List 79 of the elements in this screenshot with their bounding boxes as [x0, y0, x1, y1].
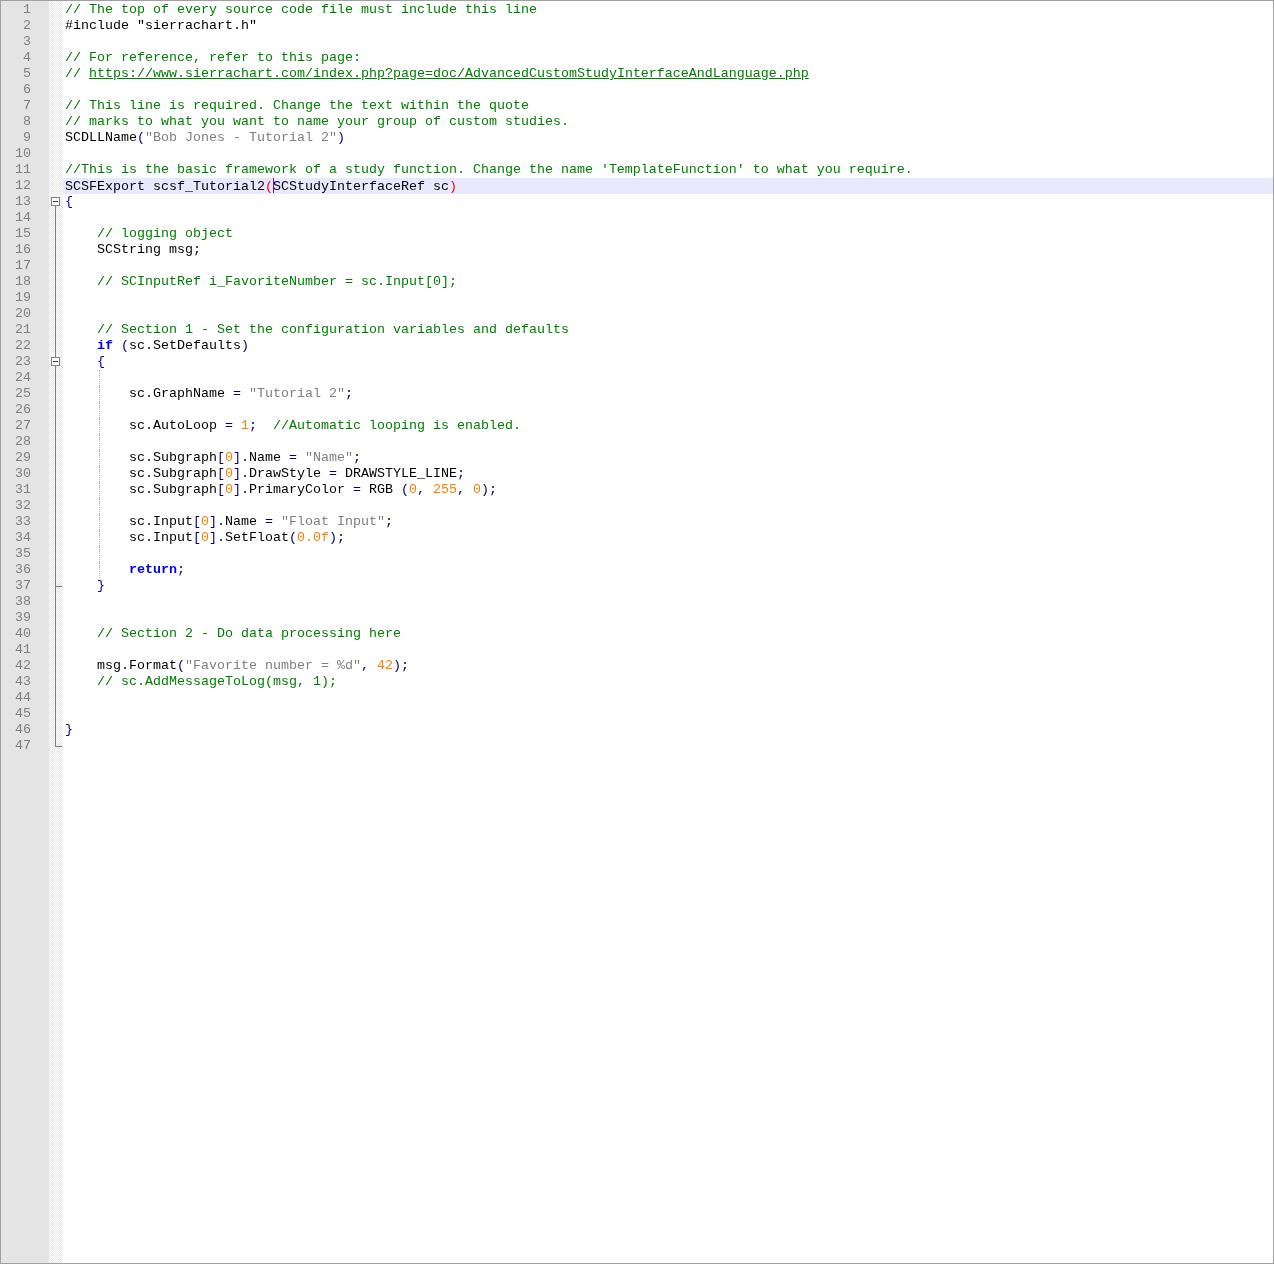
code-line: // logging object [96, 226, 233, 241]
code-line: //This is the basic framework of a study function. Change the name 'TemplateFunction' to what you require. [65, 162, 913, 177]
code-line: SCString msg; [96, 242, 201, 257]
line-number: 10 [14, 146, 32, 162]
line-number: 33 [14, 514, 32, 530]
line-number: 15 [14, 226, 32, 242]
code-line: sc.Input[0].Name = "Float Input"; [128, 514, 393, 529]
code-line: sc.AutoLoop = 1; //Automatic looping is enabled. [128, 418, 521, 433]
line-number: 5 [22, 66, 32, 82]
line-number: 38 [14, 594, 32, 610]
code-line: } [96, 578, 105, 593]
line-number: 45 [14, 706, 32, 722]
line-number: 43 [14, 674, 32, 690]
line-number: 4 [22, 50, 32, 66]
line-number: 7 [22, 98, 32, 114]
line-number: 27 [14, 418, 32, 434]
line-number: 42 [14, 658, 32, 674]
code-line: msg.Format("Favorite number = %d", 42); [96, 658, 409, 673]
line-number: 6 [22, 82, 32, 98]
line-number: 1 [22, 2, 32, 18]
code-line: // The top of every source code file must include this line [65, 2, 537, 17]
line-number: 39 [14, 610, 32, 626]
line-number: 24 [14, 370, 32, 386]
line-number: 2 [22, 18, 32, 34]
line-number: 47 [14, 738, 32, 754]
line-number: 26 [14, 402, 32, 418]
line-number: 19 [14, 290, 32, 306]
line-number: 20 [14, 306, 32, 322]
line-number: 22 [14, 338, 32, 354]
code-line: sc.GraphName = "Tutorial 2"; [128, 386, 353, 401]
code-line: { [96, 354, 105, 369]
link[interactable]: https://www.sierrachart.com/index.php?page=doc/AdvancedCustomStudyInterfaceAndLanguage.php [89, 66, 809, 81]
collapse-icon[interactable] [51, 357, 60, 366]
line-number: 32 [14, 498, 32, 514]
line-number: 31 [14, 482, 32, 498]
code-line: SCDLLName("Bob Jones - Tutorial 2") [65, 130, 345, 145]
line-number: 25 [14, 386, 32, 402]
code-line: // https://www.sierrachart.com/index.php?page=doc/AdvancedCustomStudyInterfaceAndLanguage.php [65, 66, 809, 81]
code-line: return; [128, 562, 185, 577]
line-number: 46 [14, 722, 32, 738]
line-number: 35 [14, 546, 32, 562]
code-line: #include "sierrachart.h" [65, 18, 257, 33]
line-number: 3 [22, 34, 32, 50]
code-line: SCSFExport scsf_Tutorial2(SCStudyInterfaceRef sc) [65, 179, 457, 194]
line-number: 41 [14, 642, 32, 658]
line-number: 9 [22, 130, 32, 146]
code-line: // marks to what you want to name your group of custom studies. [65, 114, 569, 129]
line-number: 12 [14, 178, 32, 194]
code-line: // SCInputRef i_FavoriteNumber = sc.Input[0]; [96, 274, 457, 289]
line-number: 28 [14, 434, 32, 450]
code-line: // For reference, refer to this page: [65, 50, 361, 65]
code-line: // sc.AddMessageToLog(msg, 1); [96, 674, 337, 689]
line-number: 8 [22, 114, 32, 130]
line-number: 44 [14, 690, 32, 706]
line-number: 13 [14, 194, 32, 210]
collapse-icon[interactable] [51, 197, 60, 206]
code-line: } [65, 722, 73, 737]
code-line: sc.Subgraph[0].DrawStyle = DRAWSTYLE_LINE; [128, 466, 465, 481]
code-line: // Section 1 - Set the configuration variables and defaults [96, 322, 569, 337]
code-line: // Section 2 - Do data processing here [96, 626, 401, 641]
code-line: if (sc.SetDefaults) [96, 338, 249, 353]
line-number: 16 [14, 242, 32, 258]
code-line: sc.Subgraph[0].PrimaryColor = RGB (0, 255, 0); [128, 482, 497, 497]
line-number: 29 [14, 450, 32, 466]
line-number: 36 [14, 562, 32, 578]
line-number: 23 [14, 354, 32, 370]
line-number: 40 [14, 626, 32, 642]
line-number: 37 [14, 578, 32, 594]
line-number: 14 [14, 210, 32, 226]
line-number: 11 [14, 162, 32, 178]
code-line: { [65, 194, 73, 209]
code-line: sc.Subgraph[0].Name = "Name"; [128, 450, 361, 465]
line-number: 34 [14, 530, 32, 546]
line-number: 17 [14, 258, 32, 274]
line-number: 18 [14, 274, 32, 290]
code-line: // This line is required. Change the text within the quote [65, 98, 529, 113]
code-line: sc.Input[0].SetFloat(0.0f); [128, 530, 345, 545]
line-number: 21 [14, 322, 32, 338]
line-number: 30 [14, 466, 32, 482]
